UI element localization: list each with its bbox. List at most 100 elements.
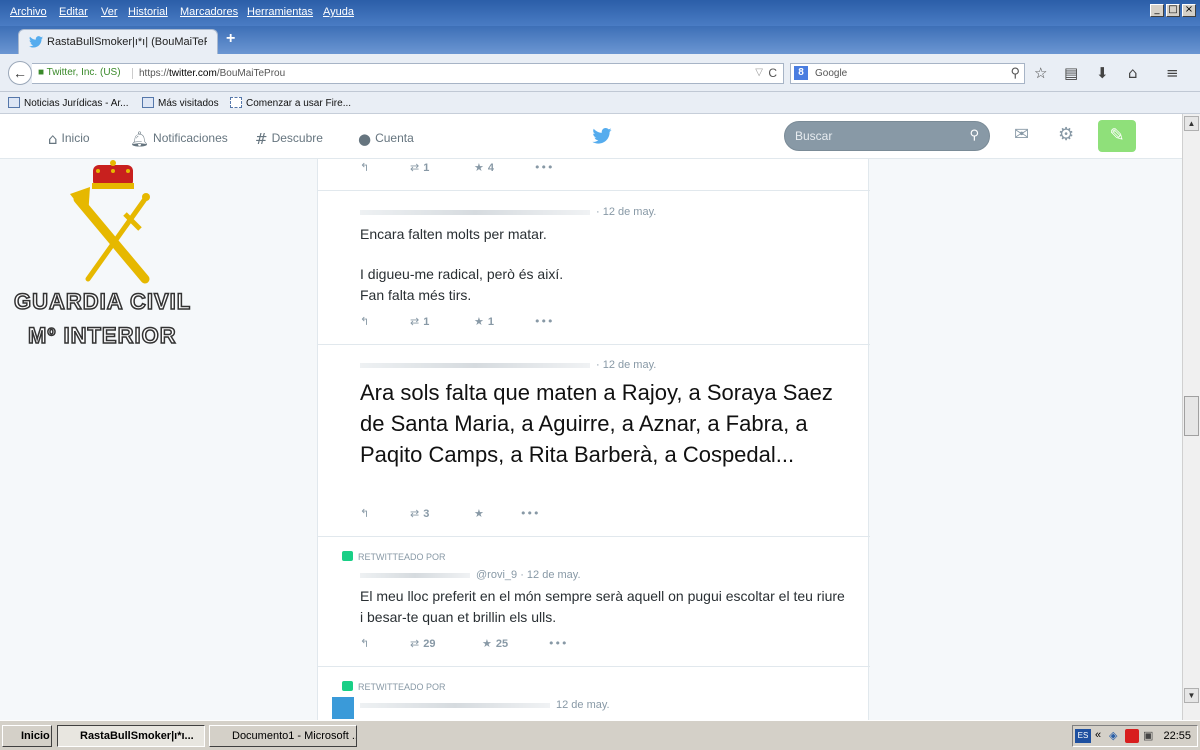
menu-ver[interactable]: Ver: [101, 6, 118, 18]
reload-icon[interactable]: C: [768, 66, 777, 80]
url-bar[interactable]: ■ Twitter, Inc. (US) https://twitter.com…: [32, 63, 784, 84]
site-identity[interactable]: ■ Twitter, Inc. (US): [38, 67, 121, 78]
menu-bar: Archivo Editar Ver Historial Marcadores …: [0, 0, 1200, 26]
back-button[interactable]: ←: [8, 61, 32, 85]
retweet-button[interactable]: ⇄ 29: [410, 637, 435, 650]
twitter-search-input[interactable]: Buscar ⚲: [784, 121, 990, 151]
tray-expand-icon[interactable]: «: [1095, 729, 1101, 741]
site-identity-label: Twitter, Inc. (US): [46, 67, 121, 78]
retweet-button[interactable]: ⇄ 1: [410, 161, 429, 174]
bookmark-label: Más visitados: [158, 98, 219, 109]
guardia-civil-emblem-icon: [70, 160, 150, 284]
scroll-up-icon[interactable]: ▲: [1184, 116, 1199, 131]
new-tab-button[interactable]: +: [226, 30, 235, 48]
minimize-button[interactable]: _: [1150, 4, 1164, 17]
reply-icon[interactable]: ↰: [360, 637, 369, 650]
nav-notifications-label: Notificaciones: [153, 131, 228, 145]
favorite-button[interactable]: ★ 4: [474, 161, 494, 174]
logo-line-2: Mº INTERIOR: [27, 322, 177, 349]
gear-icon[interactable]: ⚙: [1058, 124, 1074, 145]
start-button[interactable]: Inicio: [2, 725, 52, 747]
bookmarks-list-icon[interactable]: ▤: [1064, 64, 1078, 82]
nav-home[interactable]: ⌂ Inicio: [48, 130, 90, 148]
reply-icon[interactable]: ↰: [360, 161, 369, 174]
vertical-scrollbar[interactable]: ▲ ▼: [1182, 114, 1200, 720]
tweet-handle[interactable]: @rovi_9: [476, 569, 517, 581]
tweet-meta: · 12 de may.: [360, 206, 656, 218]
pdf-icon[interactable]: [1125, 729, 1139, 743]
more-icon[interactable]: •••: [520, 507, 539, 520]
home-icon[interactable]: ⌂: [1128, 64, 1138, 82]
maximize-button[interactable]: □: [1166, 4, 1180, 17]
retweet-button[interactable]: ⇄ 3: [410, 507, 429, 520]
navigation-bar: ← ■ Twitter, Inc. (US) https://twitter.c…: [0, 54, 1200, 92]
more-icon[interactable]: •••: [548, 637, 567, 650]
more-icon[interactable]: •••: [534, 315, 553, 328]
tweet-text: Ara sols falta que maten a Rajoy, a Sora…: [360, 380, 833, 467]
messages-icon[interactable]: ✉: [1014, 124, 1029, 145]
tweet-date[interactable]: · 12 de may.: [520, 569, 580, 581]
scroll-down-icon[interactable]: ▼: [1184, 688, 1199, 703]
tab-twitter[interactable]: RastaBullSmoker|ı*ı| (BouMaiTePr...: [18, 29, 218, 54]
nav-notifications[interactable]: 🔔︎ Notificaciones: [130, 130, 228, 148]
retweet-icon: [342, 681, 353, 691]
tweet: RETWITTEADO POR 12 de may.: [318, 667, 870, 720]
search-icon[interactable]: ⚲: [969, 128, 979, 143]
search-bar[interactable]: 8 Google ⚲: [790, 63, 1025, 84]
avatar[interactable]: [332, 697, 354, 719]
nav-account[interactable]: ● Cuenta: [358, 130, 414, 148]
person-icon: ●: [358, 130, 372, 148]
tweet-date[interactable]: · 12 de may.: [596, 359, 656, 371]
tweet-actions: ↰ ⇄ 1 ★ 4 •••: [360, 161, 660, 177]
home-icon: ⌂: [48, 130, 58, 148]
bookmark-mas-visitados[interactable]: Más visitados: [142, 97, 219, 109]
twitter-logo-icon[interactable]: [592, 128, 612, 144]
search-icon[interactable]: ⚲: [1010, 65, 1020, 81]
scroll-thumb[interactable]: [1184, 396, 1199, 436]
menu-archivo[interactable]: Archivo: [10, 6, 47, 18]
menu-icon[interactable]: ≡: [1166, 64, 1179, 82]
reply-icon[interactable]: ↰: [360, 315, 369, 328]
nav-discover[interactable]: # Descubre: [255, 130, 323, 148]
favorite-button[interactable]: ★: [474, 507, 484, 520]
nav-discover-label: Descubre: [271, 131, 323, 145]
tweet-date[interactable]: 12 de may.: [556, 699, 610, 711]
url-path: /BouMaiTeProu: [216, 68, 286, 79]
retweet-button[interactable]: ⇄ 1: [410, 315, 429, 328]
dropdown-triangle-icon[interactable]: ▽: [755, 67, 763, 78]
tweet-meta: @rovi_9 · 12 de may.: [360, 569, 581, 581]
menu-herramientas[interactable]: Herramientas: [247, 6, 313, 18]
menu-ayuda[interactable]: Ayuda: [323, 6, 354, 18]
favorite-count: 25: [495, 638, 509, 650]
menu-editar[interactable]: Editar: [59, 6, 88, 18]
network-icon[interactable]: ◈: [1109, 729, 1117, 742]
task-firefox[interactable]: RastaBullSmoker|ı*ı...: [57, 725, 205, 747]
obscured-name: [360, 209, 590, 215]
compose-icon: ✎: [1109, 125, 1125, 145]
start-label: Inicio: [21, 730, 50, 742]
bookmark-comenzar[interactable]: Comenzar a usar Fire...: [230, 97, 351, 109]
download-icon[interactable]: ⬇: [1096, 64, 1109, 82]
language-indicator[interactable]: ES: [1075, 729, 1091, 743]
google-search-icon[interactable]: 8: [794, 66, 808, 80]
display-icon[interactable]: ▣: [1143, 729, 1153, 742]
url-text[interactable]: https://twitter.com/BouMaiTeProu: [132, 68, 285, 79]
task-word[interactable]: Documento1 - Microsoft ...: [209, 725, 357, 747]
bookmark-noticias[interactable]: Noticias Jurídicas - Ar...: [8, 97, 128, 109]
bookmarks-toolbar: Noticias Jurídicas - Ar... Más visitados…: [0, 92, 1200, 114]
bookmark-star-icon[interactable]: ☆: [1034, 64, 1047, 82]
more-icon[interactable]: •••: [534, 161, 553, 174]
retweeted-by-label: RETWITTEADO POR: [342, 681, 446, 692]
compose-tweet-button[interactable]: ✎: [1098, 120, 1136, 152]
menu-marcadores[interactable]: Marcadores: [180, 6, 238, 18]
reply-icon[interactable]: ↰: [360, 507, 369, 520]
tweet-text: Encara falten molts per matar.: [360, 226, 547, 242]
close-button[interactable]: ×: [1182, 4, 1196, 17]
menu-historial[interactable]: Historial: [128, 6, 168, 18]
obscured-name: [360, 572, 470, 578]
clock: 22:55: [1163, 730, 1191, 742]
retweet-count: 1: [423, 316, 430, 328]
favorite-button[interactable]: ★ 1: [474, 315, 494, 328]
tweet-date[interactable]: · 12 de may.: [596, 206, 656, 218]
favorite-button[interactable]: ★ 25: [482, 637, 508, 650]
